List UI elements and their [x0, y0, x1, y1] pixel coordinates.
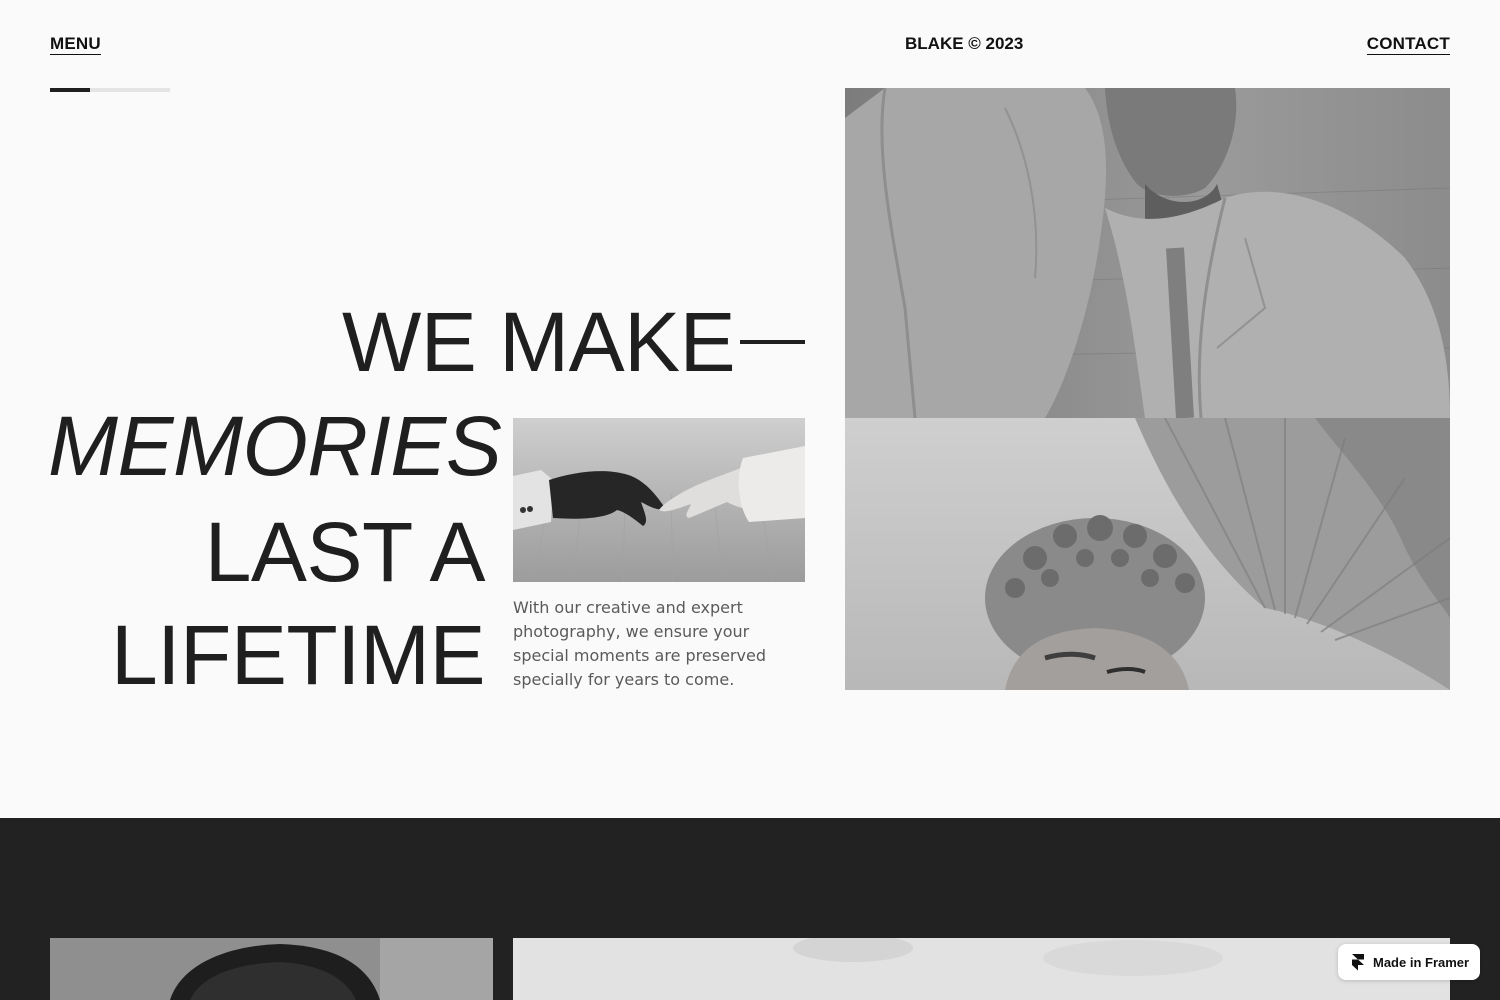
- hero-description: With our creative and expert photography…: [513, 598, 766, 689]
- made-in-framer-label: Made in Framer: [1373, 954, 1470, 970]
- menu-link[interactable]: MENU: [50, 34, 101, 55]
- landscape-photo: [513, 938, 1450, 1000]
- contact-link[interactable]: CONTACT: [1366, 34, 1450, 55]
- hero-headline-line-2: MEMORIES: [48, 399, 502, 493]
- hands-photo: [513, 418, 805, 582]
- hero-headline-line-3: LAST A: [204, 505, 486, 599]
- portrait-photo: [50, 938, 493, 1000]
- headline-dash: [740, 340, 805, 344]
- woman-blazer-photo: [845, 88, 1450, 418]
- hero-headline-line-4: LIFETIME: [110, 608, 486, 702]
- woman-fan-photo: [845, 418, 1450, 690]
- slide-progress-fill: [50, 88, 90, 92]
- hero-headline-line-1: WE MAKE: [342, 295, 736, 389]
- framer-logo-icon: [1352, 953, 1364, 970]
- slide-progress-bar: [50, 88, 170, 92]
- brand-title: BLAKE © 2023: [905, 34, 1024, 53]
- made-in-framer-badge[interactable]: Made in Framer: [1338, 944, 1480, 980]
